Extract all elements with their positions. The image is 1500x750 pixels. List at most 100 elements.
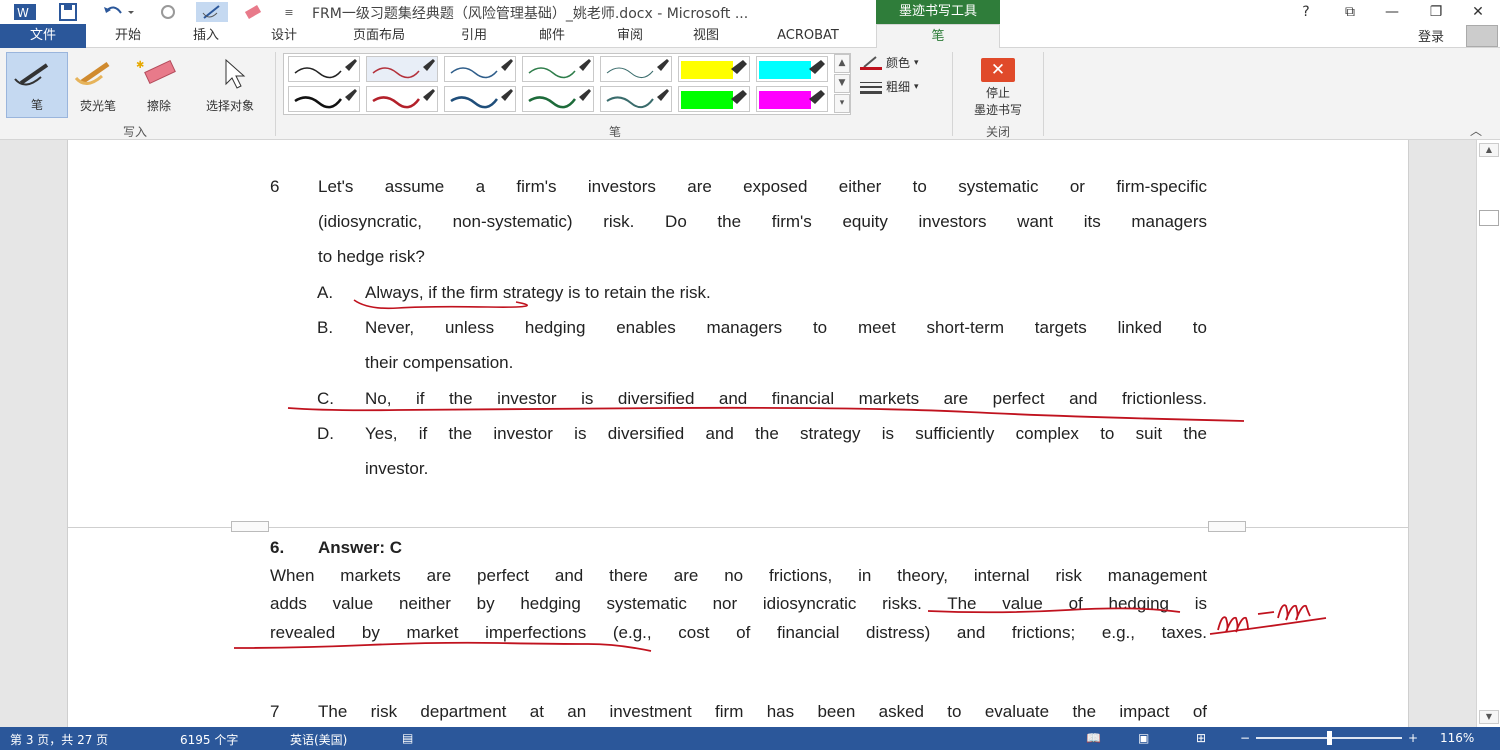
- document-page[interactable]: 6 Let's assume a firm's investors are ex…: [67, 140, 1409, 727]
- ink-color-label: 颜色: [886, 56, 911, 70]
- chevron-down-icon: ▾: [914, 81, 919, 92]
- minimize-button[interactable]: —: [1380, 2, 1404, 22]
- zoom-slider-thumb[interactable]: [1327, 731, 1332, 745]
- pen-swatch-red-thin[interactable]: [366, 56, 438, 82]
- sign-in-link[interactable]: 登录: [1418, 26, 1444, 45]
- word-count-status[interactable]: 6195 个字: [180, 731, 238, 748]
- highlighter-icon: [74, 61, 110, 85]
- macro-record-icon[interactable]: ▤: [402, 731, 413, 745]
- window-title: FRM一级习题集经典题（风险管理基础）_姚老师.docx - Microsoft…: [312, 6, 749, 22]
- pen-swatch-teal-thick[interactable]: [600, 86, 672, 112]
- vertical-scrollbar[interactable]: ▲ ▼: [1476, 140, 1500, 727]
- tab-mailings[interactable]: 邮件: [522, 24, 582, 48]
- language-status[interactable]: 英语(美国): [290, 731, 347, 748]
- pen-swatch-magenta-highlighter[interactable]: [756, 86, 828, 112]
- tab-pen[interactable]: 笔: [876, 24, 1000, 49]
- pen-tool-button[interactable]: 笔: [6, 52, 68, 118]
- ink-underline-answer-line-3: [233, 641, 652, 652]
- pen-swatch-blue-thick[interactable]: [444, 86, 516, 112]
- eraser-icon: ✱: [136, 59, 176, 85]
- select-objects-label: 选择对象: [205, 99, 254, 113]
- ink-note-stroke: [1217, 604, 1311, 633]
- redo-icon[interactable]: [156, 2, 180, 22]
- group-separator: [952, 52, 953, 136]
- status-bar: 第 3 页，共 27 页 6195 个字 英语(美国) ▤ 📖 ▣ ⊞ − + …: [0, 727, 1500, 750]
- page-count-status[interactable]: 第 3 页，共 27 页: [10, 731, 108, 748]
- undo-icon[interactable]: [98, 2, 138, 22]
- stop-inking-label-2: 墨迹书写: [973, 103, 1022, 117]
- tab-references[interactable]: 引用: [444, 24, 504, 48]
- ink-underline-option-a: [353, 299, 528, 310]
- help-button[interactable]: ?: [1294, 2, 1318, 22]
- stop-inking-button[interactable]: ✕ 停止 墨迹书写: [958, 54, 1038, 120]
- handwritten-note: m-m: [1268, 637, 1270, 639]
- word-app-icon[interactable]: W: [12, 2, 38, 22]
- read-mode-icon[interactable]: 📖: [1086, 731, 1101, 745]
- select-cursor-icon: [225, 58, 246, 89]
- svg-text:W: W: [17, 6, 29, 20]
- pen-swatch-green-highlighter[interactable]: [678, 86, 750, 112]
- pen-swatch-green-thick[interactable]: [522, 86, 594, 112]
- ribbon: 笔 荧光笔 ✱ 擦除 选择对象 写入 ▲ ▼ ▾ 颜色 ▾ 粗细 ▾ 笔 ✕ 停…: [0, 48, 1500, 140]
- zoom-out-button[interactable]: −: [1240, 731, 1250, 745]
- eraser-quick-icon[interactable]: [240, 2, 266, 22]
- ink-thickness-label: 粗细: [886, 80, 911, 94]
- zoom-in-button[interactable]: +: [1408, 731, 1418, 745]
- tab-view[interactable]: 视图: [676, 24, 736, 48]
- tab-acrobat[interactable]: ACROBAT: [758, 24, 858, 48]
- save-icon[interactable]: [56, 2, 80, 22]
- tab-home[interactable]: 开始: [96, 24, 160, 48]
- pen-swatch-yellow-highlighter[interactable]: [678, 56, 750, 82]
- pen-color-icon: [860, 55, 882, 70]
- gallery-scroll-down[interactable]: ▼: [834, 74, 850, 93]
- highlighter-tool-button[interactable]: 荧光笔: [68, 52, 128, 118]
- ink-thickness-dropdown[interactable]: 粗细 ▾: [860, 78, 919, 95]
- group-separator: [1043, 52, 1044, 136]
- scrollbar-thumb[interactable]: [1479, 210, 1499, 226]
- ink-underline-option-c: [287, 406, 1245, 422]
- pen-swatch-black-thick[interactable]: [288, 86, 360, 112]
- pen-swatch-blue-thin[interactable]: [444, 56, 516, 82]
- pen-swatch-gray-thin[interactable]: [600, 56, 672, 82]
- svg-text:✱: ✱: [136, 60, 144, 71]
- pen-swatch-green-thin[interactable]: [522, 56, 594, 82]
- pen-swatch-red-thick[interactable]: [366, 86, 438, 112]
- web-layout-icon[interactable]: ⊞: [1196, 731, 1206, 745]
- select-objects-button[interactable]: 选择对象: [190, 52, 270, 118]
- tab-page-layout[interactable]: 页面布局: [336, 24, 422, 48]
- tab-file[interactable]: 文件: [0, 24, 86, 48]
- ink-color-dropdown[interactable]: 颜色 ▾: [860, 54, 919, 71]
- ink-annotation-layer: m-m: [233, 299, 1327, 652]
- highlighter-tool-label: 荧光笔: [79, 99, 116, 113]
- tab-review[interactable]: 审阅: [600, 24, 660, 48]
- gallery-more[interactable]: ▾: [834, 94, 850, 113]
- customize-quick-access-icon[interactable]: ≡: [280, 2, 298, 22]
- avatar[interactable]: [1466, 25, 1498, 47]
- eraser-tool-label: 擦除: [146, 99, 171, 113]
- zoom-level[interactable]: 116%: [1440, 731, 1474, 745]
- ribbon-display-button[interactable]: ⧉: [1338, 2, 1362, 22]
- document-area: 6 Let's assume a firm's investors are ex…: [0, 140, 1476, 727]
- chevron-down-icon: ▾: [914, 57, 919, 68]
- pen-swatch-cyan-highlighter[interactable]: [756, 56, 828, 82]
- eraser-tool-button[interactable]: ✱ 擦除: [130, 52, 188, 118]
- tab-insert[interactable]: 插入: [174, 24, 238, 48]
- pen-tool-label: 笔: [30, 98, 43, 112]
- ink-tools-context-tab: 墨迹书写工具: [876, 0, 1000, 24]
- pen-style-gallery: [283, 53, 851, 115]
- pens-group-label: 笔: [608, 125, 621, 139]
- close-button[interactable]: ✕: [1466, 2, 1490, 22]
- maximize-button[interactable]: ❐: [1424, 2, 1448, 22]
- close-x-icon: ✕: [981, 58, 1015, 82]
- pen-quick-icon[interactable]: [196, 2, 228, 22]
- print-layout-icon[interactable]: ▣: [1138, 731, 1149, 745]
- gallery-scroll-up[interactable]: ▲: [834, 54, 850, 73]
- tab-design[interactable]: 设计: [252, 24, 316, 48]
- ink-underline-answer-line-2: [927, 607, 1181, 614]
- pen-swatch-black-thin[interactable]: [288, 56, 360, 82]
- ribbon-tabs: 文件 开始 插入 设计 页面布局 引用 邮件 审阅 视图 ACROBAT 笔 登…: [0, 24, 1500, 49]
- collapse-ribbon-icon[interactable]: ︿: [1470, 122, 1482, 139]
- title-bar: W ≡ FRM一级习题集经典题（风险管理基础）_姚老师.docx - Micro…: [0, 0, 1500, 24]
- scroll-up-button[interactable]: ▲: [1479, 143, 1499, 157]
- scroll-down-button[interactable]: ▼: [1479, 710, 1499, 724]
